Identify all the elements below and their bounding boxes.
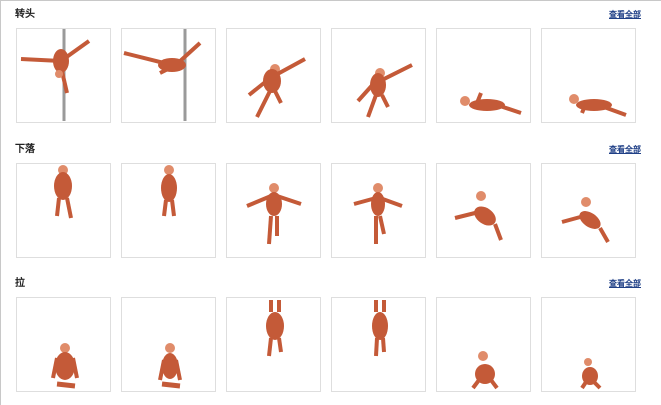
figure-image — [123, 29, 202, 121]
section-title: 拉 — [15, 278, 25, 289]
figure-image — [266, 300, 284, 357]
thumbnail-crouch-1[interactable] — [436, 297, 531, 392]
figure-image — [54, 165, 73, 219]
thumbnail-fall-back-2[interactable] — [121, 163, 216, 258]
thumbnail-lying-1[interactable] — [436, 28, 531, 123]
thumbnail-hang-1[interactable] — [226, 297, 321, 392]
thumbnail-crouch-2[interactable] — [541, 297, 636, 392]
thumbnail-hang-2[interactable] — [331, 297, 426, 392]
thumbnail-leap-1[interactable] — [226, 28, 321, 123]
figure-image — [247, 57, 306, 118]
figure-image — [372, 300, 388, 357]
figure-image — [158, 343, 182, 389]
section-title: 下落 — [15, 144, 35, 155]
figure-image — [356, 63, 413, 118]
view-all-link[interactable]: 查看全部 — [609, 144, 641, 156]
thumbnail-fall-arms-2[interactable] — [331, 163, 426, 258]
figure-image — [353, 183, 403, 244]
thumbnail-kneel-1[interactable] — [16, 297, 111, 392]
figure-image — [561, 197, 610, 243]
thumbnail-kneel-2[interactable] — [121, 297, 216, 392]
thumbnail-lying-2[interactable] — [541, 28, 636, 123]
figure-image — [580, 358, 602, 390]
figure-image — [161, 165, 177, 217]
figure-image — [51, 343, 79, 389]
thumbnail-pole-spin-2[interactable] — [121, 28, 216, 123]
view-all-link[interactable]: 查看全部 — [609, 278, 641, 290]
figure-image — [460, 92, 522, 115]
thumbnail-tumble-2[interactable] — [541, 163, 636, 258]
thumbnail-leap-2[interactable] — [331, 28, 426, 123]
figure-image — [454, 191, 503, 241]
figure-image — [569, 94, 627, 117]
figure-image — [20, 29, 91, 121]
thumbnail-pole-spin-1[interactable] — [16, 28, 111, 123]
figure-image — [246, 183, 302, 245]
figure-image — [471, 351, 499, 390]
section-title: 转头 — [15, 9, 35, 20]
thumbnail-fall-back-1[interactable] — [16, 163, 111, 258]
thumbnail-tumble-1[interactable] — [436, 163, 531, 258]
view-all-link[interactable]: 查看全部 — [609, 9, 641, 21]
thumbnail-fall-arms-1[interactable] — [226, 163, 321, 258]
